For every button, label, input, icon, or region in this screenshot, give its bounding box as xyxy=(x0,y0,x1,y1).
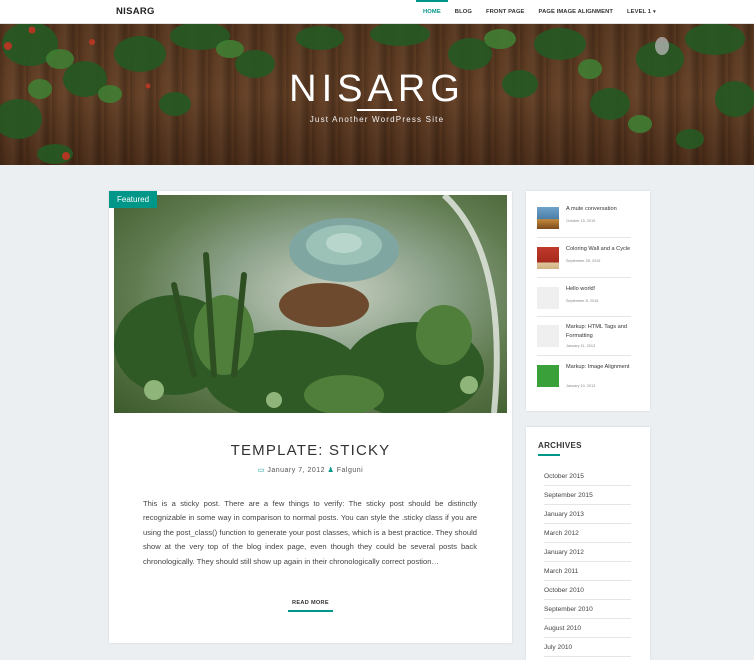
archive-link[interactable]: March 2011 xyxy=(544,562,631,581)
menu-item-front-page[interactable]: FRONT PAGE xyxy=(479,0,532,24)
archive-link[interactable]: March 2012 xyxy=(544,524,631,543)
site-brand[interactable]: NISARG xyxy=(116,6,155,17)
archive-link[interactable]: July 2010 xyxy=(544,638,631,657)
recent-post-title[interactable]: Hello world! xyxy=(566,285,632,294)
post-thumbnail[interactable] xyxy=(537,325,559,347)
main-menu: HOME BLOG FRONT PAGE PAGE IMAGE ALIGNMEN… xyxy=(416,0,663,24)
archive-link[interactable]: August 2010 xyxy=(544,619,631,638)
menu-item-page-image-alignment[interactable]: PAGE IMAGE ALIGNMENT xyxy=(532,0,620,24)
recent-post-date: September 28, 2015 xyxy=(566,259,601,263)
archive-link[interactable]: October 2015 xyxy=(544,467,631,486)
archive-link[interactable]: September 2015 xyxy=(544,486,631,505)
post-title[interactable]: TEMPLATE: STICKY xyxy=(109,442,512,459)
chevron-down-icon: ▾ xyxy=(653,9,656,15)
post-meta: ▭ January 7, 2012 ♟ Falguni xyxy=(109,466,512,474)
menu-item-label: LEVEL 1 xyxy=(627,9,652,15)
archives-heading: ARCHIVES xyxy=(538,441,582,450)
recent-post-date: October 15, 2015 xyxy=(566,219,596,223)
archive-link[interactable]: September 2010 xyxy=(544,600,631,619)
recent-post-date: January 11, 2013 xyxy=(566,344,596,348)
post-author[interactable]: Falguni xyxy=(337,467,363,474)
archive-link[interactable]: January 2012 xyxy=(544,543,631,562)
post-excerpt: This is a sticky post. There are a few t… xyxy=(143,499,477,566)
heading-underline xyxy=(538,454,560,456)
recent-post-item[interactable]: A mute conversation October 15, 2015 xyxy=(537,199,631,239)
site-tagline: Just Another WordPress Site xyxy=(309,115,445,124)
recent-post-title[interactable]: Markup: HTML Tags and Formatting xyxy=(566,323,632,340)
recent-post-item[interactable]: Coloring Wall and a Cycle September 28, … xyxy=(537,239,631,279)
title-divider xyxy=(357,109,397,111)
read-more-button[interactable]: READ MORE xyxy=(109,600,512,612)
archive-link[interactable]: October 2010 xyxy=(544,581,631,600)
divider xyxy=(537,355,631,356)
succulent-terrarium-image xyxy=(114,195,500,413)
divider xyxy=(537,237,631,238)
recent-post-title[interactable]: A mute conversation xyxy=(566,205,632,214)
menu-item-blog[interactable]: BLOG xyxy=(448,0,479,24)
menu-item-label: HOME xyxy=(423,9,441,15)
recent-post-item[interactable]: Hello world! September 8, 2015 xyxy=(537,279,631,319)
site-title[interactable]: NISARG xyxy=(0,68,754,111)
post-date[interactable]: January 7, 2012 xyxy=(267,467,325,474)
recent-post-item[interactable]: Markup: HTML Tags and Formatting January… xyxy=(537,317,631,355)
calendar-icon: ▭ xyxy=(257,467,265,474)
recent-post-title[interactable]: Markup: Image Alignment xyxy=(566,363,632,372)
menu-item-level-1[interactable]: LEVEL 1 ▾ xyxy=(620,0,663,24)
recent-post-date: January 10, 2013 xyxy=(566,384,596,388)
recent-post-item[interactable]: Markup: Image Alignment January 10, 2013 xyxy=(537,357,631,397)
divider xyxy=(537,277,631,278)
post-thumbnail[interactable] xyxy=(537,287,559,309)
post-thumbnail[interactable] xyxy=(537,207,559,229)
archive-link[interactable]: January 2013 xyxy=(544,505,631,524)
post-thumbnail[interactable] xyxy=(537,365,559,387)
recent-post-date: September 8, 2015 xyxy=(566,299,599,303)
menu-item-label: FRONT PAGE xyxy=(485,9,525,15)
top-navbar: NISARG HOME BLOG FRONT PAGE PAGE IMAGE A… xyxy=(0,0,754,24)
recent-post-title[interactable]: Coloring Wall and a Cycle xyxy=(566,245,632,254)
menu-item-label: PAGE IMAGE ALIGNMENT xyxy=(538,9,613,15)
read-more-label: READ MORE xyxy=(288,600,333,612)
user-icon: ♟ xyxy=(327,467,335,474)
archives-widget: ARCHIVES October 2015 September 2015 Jan… xyxy=(526,427,650,660)
menu-item-label: BLOG xyxy=(454,9,472,15)
post-thumbnail[interactable] xyxy=(537,247,559,269)
recent-posts-widget: A mute conversation October 15, 2015 Col… xyxy=(526,191,650,411)
hero-banner: NISARG Just Another WordPress Site xyxy=(0,24,754,165)
post-featured-image[interactable] xyxy=(114,195,507,413)
menu-item-home[interactable]: HOME xyxy=(416,0,448,24)
featured-badge: Featured xyxy=(109,191,158,208)
sticky-post-card: Featured TEMPLATE: STICKY ▭ January 7, 2… xyxy=(109,191,512,643)
